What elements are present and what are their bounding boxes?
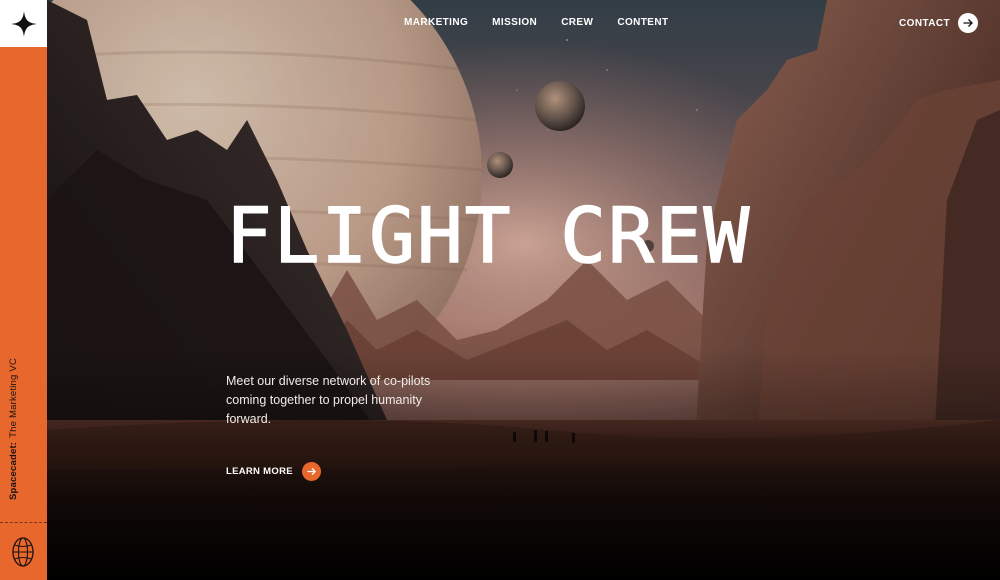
globe-icon[interactable] (11, 536, 35, 568)
nav-item-crew[interactable]: CREW (561, 17, 593, 28)
contact-button[interactable]: CONTACT (899, 13, 978, 33)
four-point-star-icon (10, 10, 37, 37)
hero-background (47, 0, 1000, 580)
contact-arrow-button[interactable] (958, 13, 978, 33)
main-nav: MARKETING MISSION CREW CONTENT (404, 17, 668, 28)
arrow-right-icon (307, 467, 316, 476)
nav-item-mission[interactable]: MISSION (492, 17, 537, 28)
side-rail: Spacecadet: The Marketing VC (0, 0, 47, 580)
nav-item-content[interactable]: CONTENT (617, 17, 668, 28)
learn-more-arrow-button[interactable] (301, 462, 321, 481)
brand-tagline: The Marketing VC (8, 358, 19, 438)
learn-more-label: LEARN MORE (226, 466, 293, 477)
nav-item-marketing[interactable]: MARKETING (404, 17, 468, 28)
alien-landscape-illustration (47, 0, 1000, 580)
page-title: FLIGHT CREW (225, 191, 752, 280)
hero-description: Meet our diverse network of co-pilots co… (226, 374, 431, 426)
contact-label: CONTACT (899, 17, 950, 29)
arrow-right-icon (963, 19, 973, 27)
brand-name: Spacecadet: (8, 441, 19, 500)
brand-vertical-label: Spacecadet: The Marketing VC (8, 358, 19, 500)
logo-button[interactable] (0, 0, 47, 47)
rail-divider (0, 522, 47, 523)
learn-more-link[interactable]: LEARN MORE (226, 462, 321, 481)
